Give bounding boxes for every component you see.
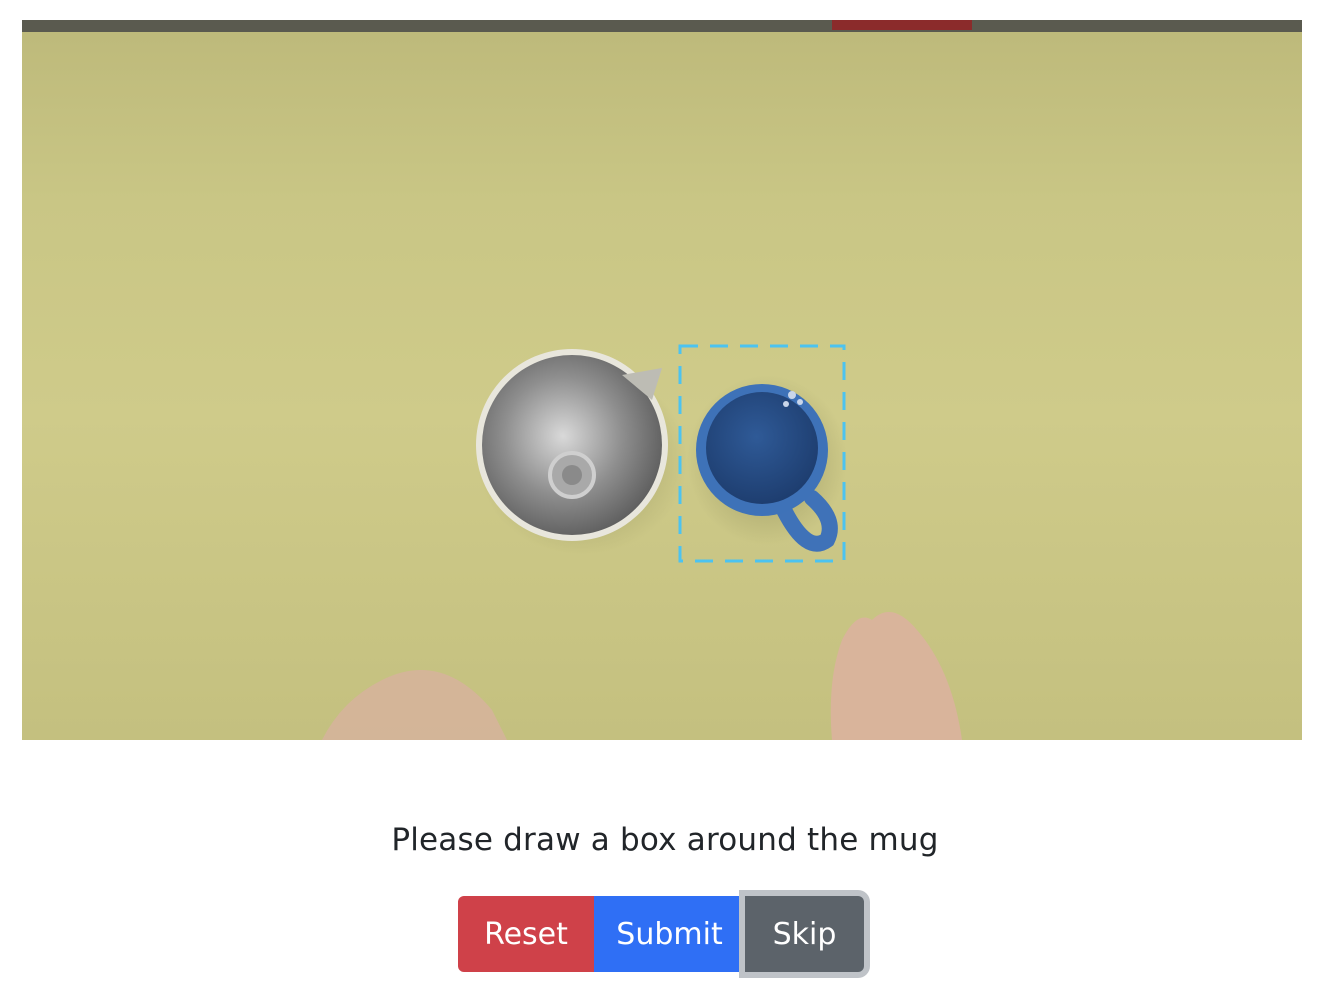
background-edge <box>22 20 1302 32</box>
scene-canvas[interactable] <box>22 20 1302 740</box>
reset-button[interactable]: Reset <box>458 896 594 972</box>
submit-button[interactable]: Submit <box>594 896 745 972</box>
action-button-group: Reset Submit Skip <box>458 896 864 972</box>
hands <box>322 612 962 740</box>
blue-mug <box>687 375 847 552</box>
background-object <box>832 20 972 30</box>
instruction-text: Please draw a box around the mug <box>391 822 939 858</box>
scene-image[interactable] <box>22 20 1302 740</box>
coffee-dripper <box>476 349 687 555</box>
skip-button[interactable]: Skip <box>745 896 864 972</box>
